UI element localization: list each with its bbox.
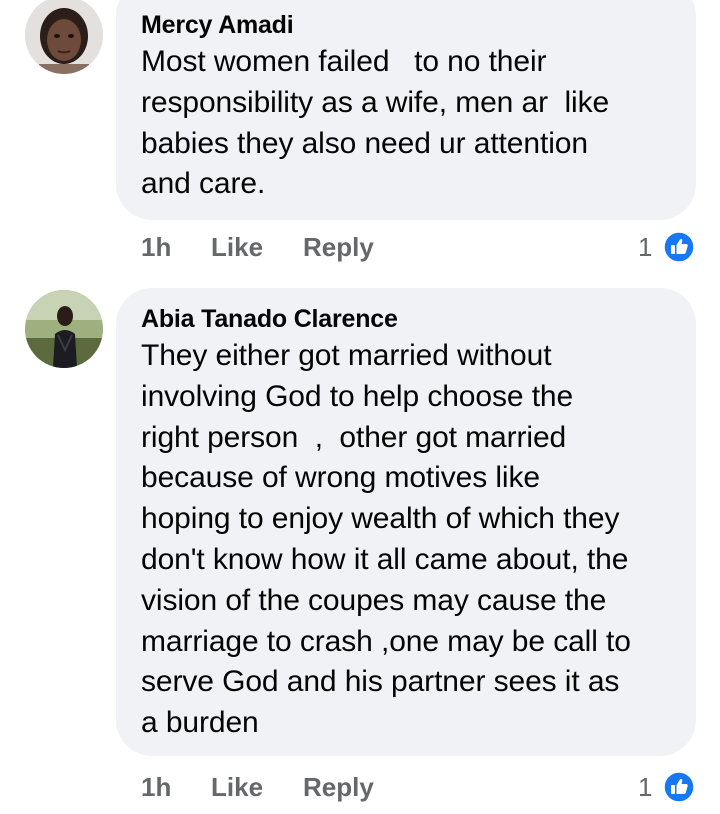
comment-actions: 1h Like Reply 1 [0,767,720,807]
avatar[interactable] [25,290,103,368]
avatar[interactable] [25,0,103,74]
comment-text: Most women failed to no their responsibi… [141,45,610,201]
profile-photo-icon [25,290,103,368]
comment-timestamp[interactable]: 1h [141,227,171,267]
reply-button[interactable]: Reply [303,227,374,267]
comment-timestamp[interactable]: 1h [141,767,171,807]
comment-actions: 1h Like Reply 1 [0,227,720,267]
like-button[interactable]: Like [211,767,263,807]
like-reaction-icon[interactable] [663,771,695,803]
comment-author[interactable]: Mercy Amadi [141,10,672,40]
reply-button[interactable]: Reply [303,767,374,807]
comment-bubble: Abia Tanado Clarence They either got mar… [116,288,696,756]
reaction-count[interactable]: 1 [638,767,652,807]
like-button[interactable]: Like [211,227,263,267]
comment-bubble: Mercy Amadi Most women failed to no thei… [116,0,696,220]
comment-abia-tanado-clarence: Abia Tanado Clarence They either got mar… [0,288,720,814]
reaction-count[interactable]: 1 [638,227,652,267]
comment-mercy-amadi: Mercy Amadi Most women failed to no thei… [0,0,720,270]
like-reaction-icon[interactable] [663,231,695,263]
profile-photo-icon [25,0,103,74]
comment-author[interactable]: Abia Tanado Clarence [141,304,672,334]
comment-text: They either got married without involvin… [141,339,631,740]
